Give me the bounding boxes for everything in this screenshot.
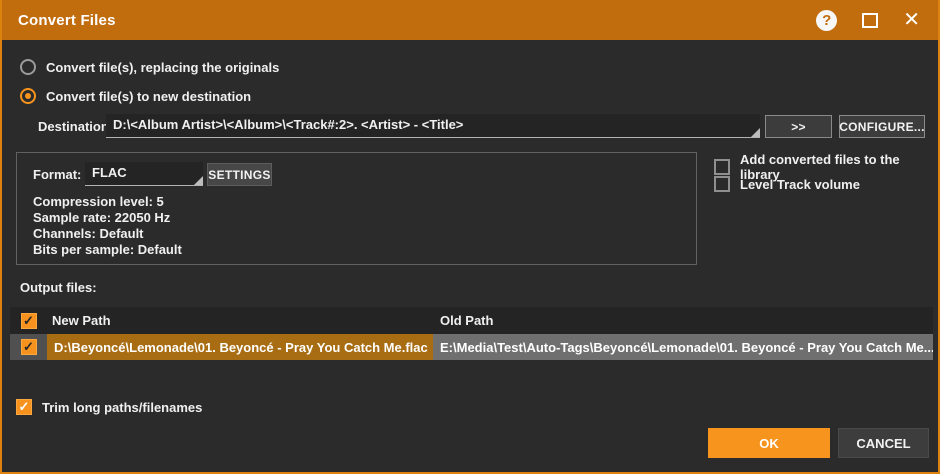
titlebar-icons: ? ✕ <box>816 10 920 31</box>
help-icon[interactable]: ? <box>816 10 837 31</box>
destination-expand-button[interactable]: >> <box>765 115 832 138</box>
output-files-table: New Path Old Path D:\Beyoncé\Lemonade\01… <box>10 307 933 360</box>
row-old-path-cell[interactable]: E:\Media\Test\Auto-Tags\Beyoncé\Lemonade… <box>433 334 933 360</box>
ok-button[interactable]: OK <box>708 428 830 458</box>
select-all-cell <box>10 313 47 329</box>
radio-replace-originals-label: Convert file(s), replacing the originals <box>46 60 279 75</box>
level-track-volume-label: Level Track volume <box>740 177 860 192</box>
checkbox-trim-long-paths[interactable]: Trim long paths/filenames <box>16 399 202 415</box>
output-files-label: Output files: <box>20 280 97 295</box>
table-row[interactable]: D:\Beyoncé\Lemonade\01. Beyoncé - Pray Y… <box>10 334 933 360</box>
format-detail-bits: Bits per sample: Default <box>33 242 182 258</box>
radio-circle-unselected-icon[interactable] <box>20 59 36 75</box>
cancel-button[interactable]: CANCEL <box>838 428 929 458</box>
radio-new-destination[interactable]: Convert file(s) to new destination <box>20 88 251 104</box>
format-groupbox: Format: FLAC SETTINGS Compression level:… <box>16 152 697 265</box>
select-all-checkbox[interactable] <box>21 313 37 329</box>
format-detail-samplerate: Sample rate: 22050 Hz <box>33 210 182 226</box>
checkbox-checked-icon[interactable] <box>16 399 32 415</box>
radio-circle-selected-icon[interactable] <box>20 88 36 104</box>
destination-value[interactable]: D:\<Album Artist>\<Album>\<Track#:2>. <A… <box>106 114 760 136</box>
radio-new-destination-label: Convert file(s) to new destination <box>46 89 251 104</box>
titlebar: Convert Files ? ✕ <box>2 0 938 40</box>
row-new-path-cell[interactable]: D:\Beyoncé\Lemonade\01. Beyoncé - Pray Y… <box>47 334 433 360</box>
row-checkbox-cell <box>10 334 47 360</box>
format-detail-channels: Channels: Default <box>33 226 182 242</box>
format-settings-button[interactable]: SETTINGS <box>207 163 272 186</box>
checkbox-unchecked-icon[interactable] <box>714 159 730 175</box>
format-select[interactable]: FLAC <box>85 162 203 186</box>
column-header-old-path[interactable]: Old Path <box>433 313 933 328</box>
checkbox-unchecked-icon[interactable] <box>714 176 730 192</box>
format-value[interactable]: FLAC <box>85 162 203 184</box>
dialog-title: Convert Files <box>18 12 116 29</box>
format-label: Format: <box>33 167 81 182</box>
destination-label: Destination: <box>38 119 113 134</box>
checkbox-level-track-volume[interactable]: Level Track volume <box>714 176 860 192</box>
radio-replace-originals[interactable]: Convert file(s), replacing the originals <box>20 59 279 75</box>
format-detail-compression: Compression level: 5 <box>33 194 182 210</box>
configure-button[interactable]: CONFIGURE... <box>839 115 925 138</box>
trim-long-paths-label: Trim long paths/filenames <box>42 400 202 415</box>
maximize-icon[interactable] <box>862 13 878 28</box>
convert-files-dialog: Convert Files ? ✕ Convert file(s), repla… <box>0 0 940 474</box>
close-icon[interactable]: ✕ <box>903 10 920 30</box>
format-details: Compression level: 5 Sample rate: 22050 … <box>33 194 182 258</box>
table-header-row: New Path Old Path <box>10 307 933 334</box>
column-header-new-path[interactable]: New Path <box>47 313 433 328</box>
destination-input[interactable]: D:\<Album Artist>\<Album>\<Track#:2>. <A… <box>106 114 760 138</box>
row-checkbox[interactable] <box>21 339 37 355</box>
